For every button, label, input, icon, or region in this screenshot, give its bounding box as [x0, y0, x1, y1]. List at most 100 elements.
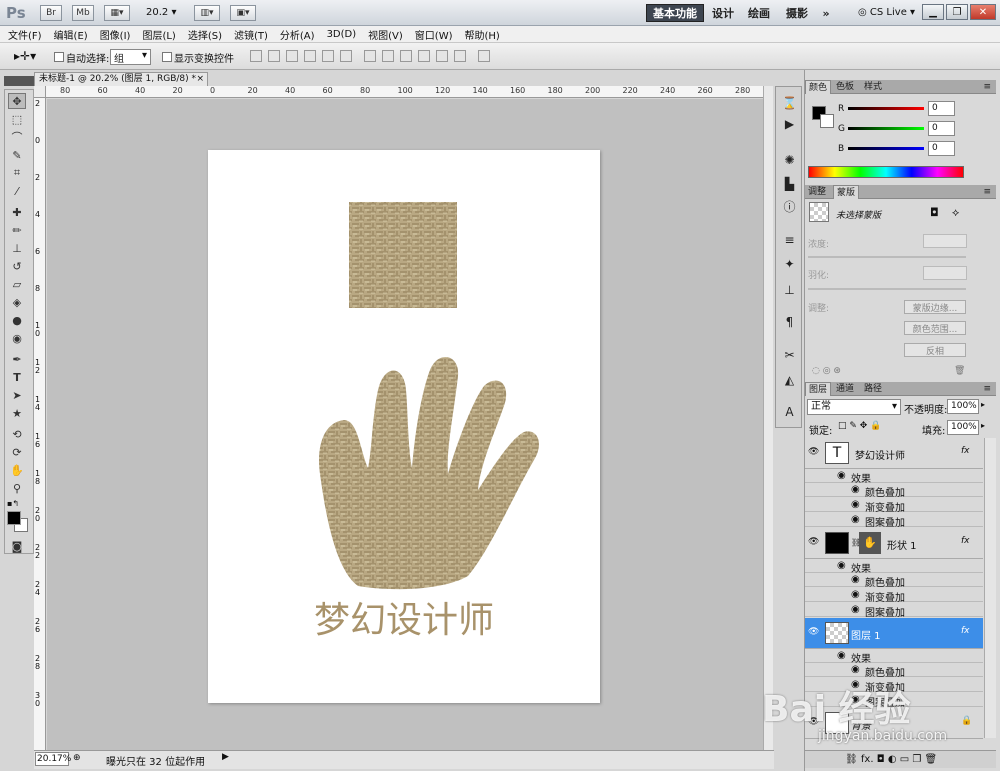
quick-selection-tool-icon[interactable]: ✎: [8, 147, 26, 163]
path-selection-tool-icon[interactable]: ➤: [8, 387, 26, 403]
tools-panel-header[interactable]: [4, 76, 34, 86]
opacity-arrow-icon[interactable]: ▸: [981, 400, 985, 409]
move-tool-preset-picker[interactable]: ▸✛▾: [14, 49, 36, 63]
foreground-color-swatch[interactable]: [7, 511, 21, 525]
menu-help[interactable]: 帮助(H): [465, 27, 500, 42]
menu-select[interactable]: 选择(S): [188, 27, 222, 42]
history-icon[interactable]: ⌛: [781, 95, 798, 110]
tab-swatches[interactable]: 色板: [833, 80, 857, 94]
blue-slider[interactable]: [848, 147, 924, 150]
document-tab[interactable]: 未标题-1 @ 20.2% (图层 1, RGB/8) * ×: [34, 72, 208, 86]
menu-filter[interactable]: 滤镜(T): [234, 27, 268, 42]
invert-button[interactable]: 反相: [904, 343, 966, 357]
zoom-level[interactable]: 20.2 ▾: [146, 7, 176, 18]
spot-healing-tool-icon[interactable]: ✚: [8, 204, 26, 220]
zoom-tool-icon[interactable]: ⚲: [8, 480, 26, 496]
dodge-tool-icon[interactable]: ◉: [8, 330, 26, 346]
effects-row[interactable]: ◉ 效果: [805, 469, 983, 485]
workspace-essentials[interactable]: 基本功能: [646, 4, 704, 22]
align-horizontal-center-icon[interactable]: [322, 50, 334, 62]
3d-rotate-tool-icon[interactable]: ⟲: [8, 426, 26, 442]
distribute-top-icon[interactable]: [364, 50, 376, 62]
effect-eye-icon[interactable]: ◉: [851, 664, 860, 675]
align-left-icon[interactable]: [304, 50, 316, 62]
visibility-eye-icon[interactable]: 👁: [808, 627, 819, 637]
marquee-tool-icon[interactable]: ⬚: [8, 111, 26, 127]
brush-tool-icon[interactable]: ✏: [8, 222, 26, 238]
arrange-documents-button[interactable]: ▥▾: [194, 5, 220, 21]
green-value-field[interactable]: 0: [928, 121, 955, 136]
effect-row[interactable]: ◉ 颜色叠加: [805, 573, 983, 589]
blend-mode-dropdown[interactable]: 正常 ▾: [807, 399, 901, 415]
add-layer-style-icon[interactable]: fx.: [861, 754, 874, 765]
delete-mask-icon[interactable]: 🗑: [954, 366, 965, 376]
visibility-eye-icon[interactable]: 👁: [808, 537, 819, 547]
effect-eye-icon[interactable]: ◉: [851, 514, 860, 525]
green-slider[interactable]: [848, 127, 924, 130]
red-slider[interactable]: [848, 107, 924, 110]
layers-panel-menu-icon[interactable]: ≡: [980, 382, 994, 396]
masks-panel-menu-icon[interactable]: ≡: [980, 185, 994, 199]
color-spectrum-bar[interactable]: [808, 166, 964, 178]
tab-channels[interactable]: 通道: [833, 382, 857, 396]
fx-icon[interactable]: fx: [961, 536, 970, 546]
mask-footer-icons[interactable]: ◌ ◎ ⊛: [812, 366, 841, 376]
fill-arrow-icon[interactable]: ▸: [981, 421, 985, 430]
history-brush-tool-icon[interactable]: ↺: [8, 258, 26, 274]
align-right-icon[interactable]: [340, 50, 352, 62]
show-transform-controls-checkbox[interactable]: [162, 52, 172, 62]
view-extras-button[interactable]: ▦▾: [104, 5, 130, 21]
type-tool-icon[interactable]: T: [8, 369, 26, 385]
blur-tool-icon[interactable]: ●: [8, 312, 26, 328]
close-document-icon[interactable]: ×: [196, 73, 204, 86]
zoom-field[interactable]: 20.17%: [35, 752, 71, 766]
vertical-scrollbar[interactable]: [763, 86, 773, 750]
brush-presets-icon[interactable]: ≡: [781, 232, 798, 247]
default-colors-icon[interactable]: ▪↰: [7, 499, 19, 508]
3d-orbit-tool-icon[interactable]: ⟳: [8, 444, 26, 460]
effect-row[interactable]: ◉ 颜色叠加: [805, 483, 983, 499]
workspace-painting[interactable]: 绘画: [744, 4, 774, 22]
menu-image[interactable]: 图像(I): [100, 27, 131, 42]
shape-tool-icon[interactable]: ★: [8, 405, 26, 421]
histogram-icon[interactable]: ▙: [781, 176, 798, 191]
ruler-origin[interactable]: [34, 86, 46, 98]
hand-tool-icon[interactable]: ✋: [8, 462, 26, 478]
pixel-mask-icon[interactable]: ◘: [930, 206, 939, 219]
crop-tool-icon[interactable]: ⌗: [8, 165, 26, 181]
tab-color[interactable]: 颜色: [805, 80, 832, 94]
tab-paths[interactable]: 路径: [861, 382, 885, 396]
menu-layer[interactable]: 图层(L): [142, 27, 175, 42]
menu-edit[interactable]: 编辑(E): [54, 27, 88, 42]
info-icon[interactable]: ⓘ: [781, 199, 798, 214]
tab-adjustments[interactable]: 调整: [805, 185, 829, 199]
move-tool-icon[interactable]: ✥: [8, 93, 26, 109]
color-range-button[interactable]: 颜色范围...: [904, 321, 966, 335]
effect-eye-icon[interactable]: ◉: [851, 499, 860, 510]
workspace-design[interactable]: 设计: [708, 4, 738, 22]
clone-source-icon[interactable]: ⊥: [781, 282, 798, 297]
status-menu-arrow-icon[interactable]: ▶: [222, 752, 229, 762]
auto-align-layers-icon[interactable]: [478, 50, 490, 62]
fx-icon[interactable]: fx: [961, 626, 970, 636]
layer-row-shape[interactable]: 👁 ⛓ ✋ 形状 1 fx: [805, 528, 983, 559]
effect-eye-icon[interactable]: ◉: [851, 589, 860, 600]
tab-styles[interactable]: 样式: [861, 80, 885, 94]
tab-layers[interactable]: 图层: [805, 382, 832, 396]
effects-eye-icon[interactable]: ◉: [837, 650, 846, 661]
effect-row[interactable]: ◉ 图案叠加: [805, 603, 983, 619]
notes-icon[interactable]: ◭: [781, 372, 798, 387]
effect-eye-icon[interactable]: ◉: [851, 604, 860, 615]
effects-row[interactable]: ◉ 效果: [805, 559, 983, 575]
visibility-eye-icon[interactable]: 👁: [808, 447, 819, 457]
paragraph-icon[interactable]: ¶: [781, 314, 798, 329]
distribute-right-icon[interactable]: [454, 50, 466, 62]
new-layer-icon[interactable]: ❐: [912, 754, 921, 765]
quick-mask-icon[interactable]: ◙: [8, 538, 26, 554]
actions-icon[interactable]: ▶: [781, 116, 798, 131]
character-icon[interactable]: A: [781, 404, 798, 419]
link-layers-icon[interactable]: ⛓: [845, 754, 858, 765]
tool-presets-icon[interactable]: ✂: [781, 347, 798, 362]
eyedropper-tool-icon[interactable]: ⁄: [8, 183, 26, 199]
screen-mode-button[interactable]: ▣▾: [230, 5, 256, 21]
